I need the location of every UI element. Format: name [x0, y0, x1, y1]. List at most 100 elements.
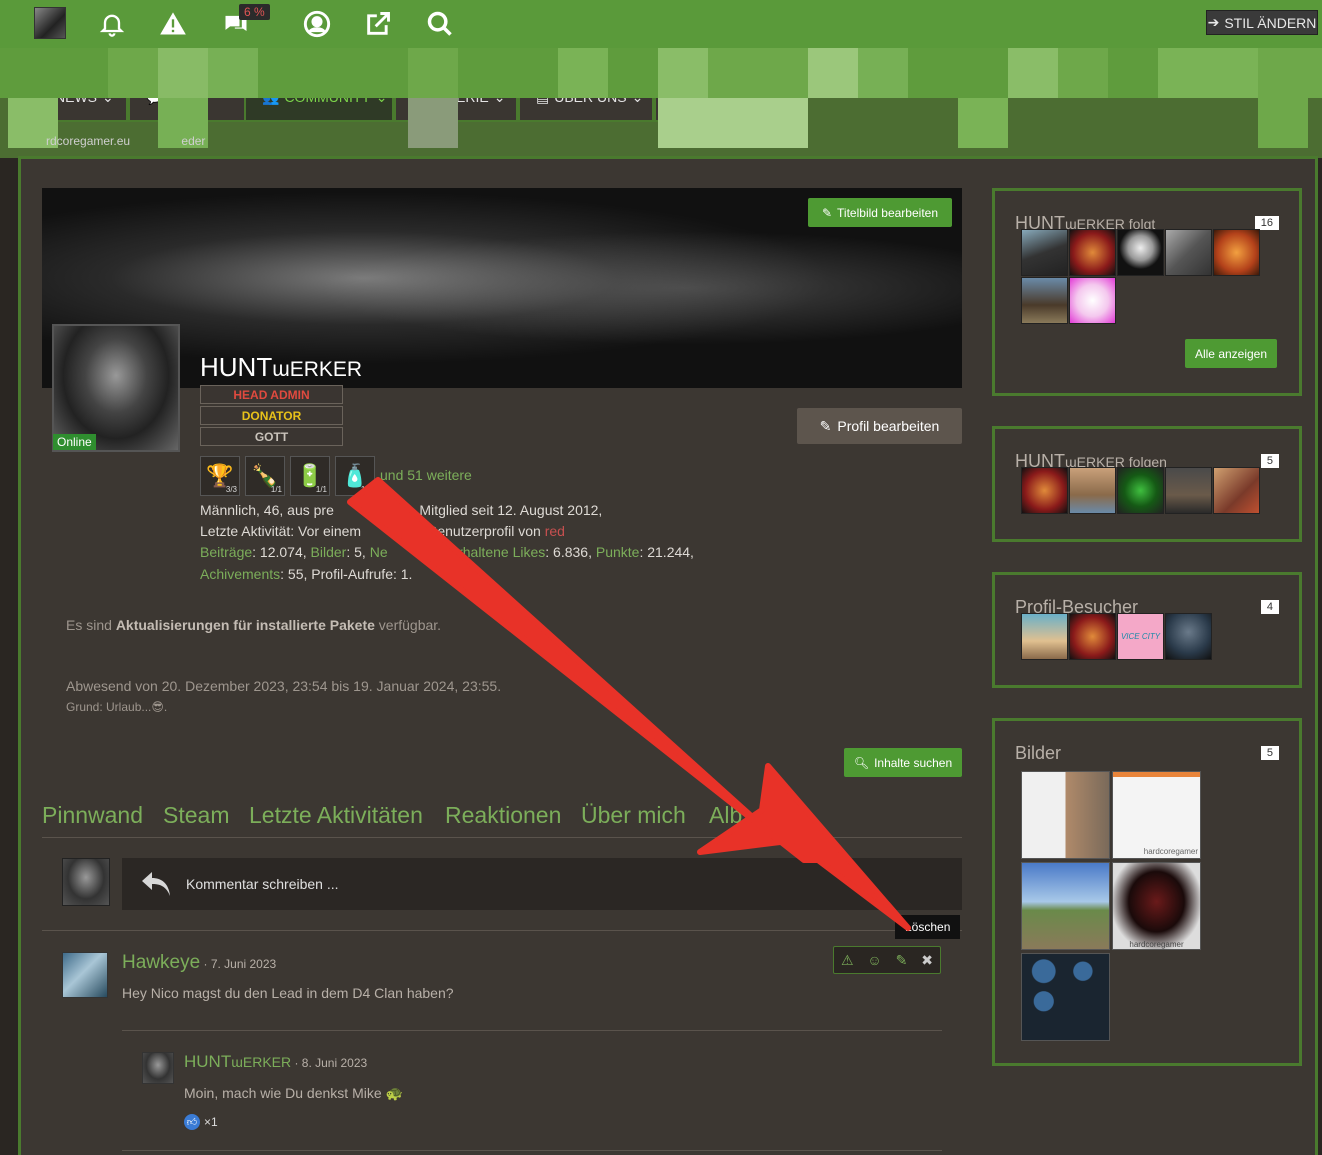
trophy-icon[interactable]: 🔋 1/1 [290, 456, 330, 496]
divider [122, 1150, 942, 1151]
follower-avatar[interactable] [1213, 229, 1260, 276]
user-avatar[interactable] [34, 7, 66, 39]
trophy-icon[interactable]: 🧴 1/1 [335, 456, 375, 496]
pixel-block [708, 48, 808, 98]
visitor-avatar[interactable] [1021, 613, 1068, 660]
pixel-block [1058, 48, 1108, 98]
reply-text: Moin, mach wie Du denkst Mike 🐢 [184, 1085, 403, 1101]
style-change-button[interactable]: ➔ STIL ÄNDERN [1206, 10, 1318, 35]
search-icon: 🔍︎ [853, 755, 870, 770]
count-badge: 16 [1254, 216, 1279, 230]
following-avatar[interactable] [1165, 467, 1212, 514]
post-header: Hawkeye · 7. Juni 2023 [122, 952, 277, 973]
pixel-block [808, 48, 858, 98]
tab-reactions[interactable]: Reaktionen [445, 802, 561, 829]
show-all-button[interactable]: Alle anzeigen [1185, 339, 1277, 368]
pixel-block [608, 48, 658, 98]
breadcrumb-home[interactable]: rdcoregamer.eu [46, 134, 130, 148]
visitor-avatar[interactable] [1069, 613, 1116, 660]
edit-cover-button[interactable]: ✎ Titelbild bearbeiten [808, 198, 952, 227]
account-icon[interactable] [297, 4, 337, 44]
search-icon[interactable] [420, 4, 460, 44]
picture-thumbnail[interactable] [1021, 953, 1110, 1041]
report-icon[interactable]: ⚠ [841, 952, 854, 969]
pictures-panel: Bilder 5 hardcoregamer hardcoregamer [992, 718, 1302, 1066]
like-counter[interactable]: 👍︎ ×1 [184, 1114, 218, 1130]
follower-avatar[interactable] [1165, 229, 1212, 276]
post-author-avatar[interactable] [62, 952, 108, 998]
pixel-block [408, 98, 458, 148]
pixel-block [258, 48, 408, 98]
pixel-block [858, 48, 908, 98]
edit-profile-button[interactable]: ✎ Profil bearbeiten [797, 408, 962, 444]
divider [122, 1030, 942, 1031]
pixel-block [558, 48, 608, 98]
pixel-block [658, 48, 708, 98]
trophy-icon[interactable]: 🏆 3/3 [200, 456, 240, 496]
pencil-icon: ✎ [821, 205, 833, 220]
divider [42, 930, 962, 931]
trophy-icon[interactable]: 🍾 1/1 [245, 456, 285, 496]
follower-avatar[interactable] [1021, 277, 1068, 324]
picture-thumbnail[interactable]: hardcoregamer [1112, 862, 1201, 950]
visitor-avatar[interactable]: VICE CITY [1117, 613, 1164, 660]
profile-stats-line-2: Achivements: 55, Profil-Aufrufe: 1. [200, 566, 413, 582]
following-avatar[interactable] [1213, 467, 1260, 514]
following-avatar[interactable] [1069, 467, 1116, 514]
pixel-block [908, 48, 1008, 98]
tab-pinnwand[interactable]: Pinnwand [42, 802, 143, 829]
profile-username: HUNTɯERKER [200, 352, 363, 382]
following-avatar[interactable] [1021, 467, 1068, 514]
picture-thumbnail[interactable] [1021, 771, 1110, 859]
online-status-badge: Online [53, 434, 96, 450]
breadcrumb: rdcoregamer.eu eder [46, 134, 205, 148]
visitors-panel: Profil-Besucher 4 VICE CITY [992, 572, 1302, 688]
pixel-block [658, 98, 808, 148]
emoji-icon: 🐢 [385, 1085, 403, 1101]
smile-icon[interactable]: ☺ [867, 952, 881, 968]
follower-avatar[interactable] [1069, 229, 1116, 276]
delete-tooltip: Löschen [895, 915, 961, 939]
profile-info-line-2: Letzte Aktivität: Vor einem ment, Benutze… [200, 523, 565, 539]
tab-activities[interactable]: Letzte Aktivitäten [249, 802, 423, 829]
top-bar: 6 % ➔ STIL ÄNDERN [0, 0, 1322, 48]
external-link-icon[interactable] [358, 4, 398, 44]
reply-author-avatar[interactable] [142, 1052, 174, 1084]
pixel-block [958, 98, 1008, 148]
more-trophies-link[interactable]: und 51 weitere [380, 467, 472, 483]
follower-avatar[interactable] [1069, 277, 1116, 324]
pixel-block [1108, 48, 1158, 98]
profile-info-line-1: Männlich, 46, aus pre n, Mitglied seit 12… [200, 502, 603, 518]
pixel-block [0, 48, 108, 98]
follower-avatar[interactable] [1021, 229, 1068, 276]
notification-badge: 6 % [239, 4, 270, 20]
bell-icon[interactable] [92, 4, 132, 44]
panel-title: Bilder [1015, 743, 1062, 763]
count-badge: 5 [1260, 746, 1279, 760]
absence-reason: Grund: Urlaub...😎. [66, 700, 168, 714]
picture-thumbnail[interactable] [1021, 862, 1110, 950]
pixel-block [458, 48, 558, 98]
breadcrumb-members[interactable]: eder [181, 134, 205, 148]
picture-thumbnail[interactable]: hardcoregamer [1112, 771, 1201, 859]
tab-albums[interactable]: Alb [709, 802, 742, 829]
pencil-icon[interactable]: ✎ [896, 952, 908, 969]
pixel-block [1258, 48, 1322, 98]
close-icon[interactable]: ✖ [921, 952, 933, 969]
pixel-block [108, 48, 158, 98]
tab-steam[interactable]: Steam [163, 802, 229, 829]
update-notice: Es sind Aktualisierungen für installiert… [66, 617, 442, 633]
comment-input[interactable]: Kommentar schreiben ... [122, 858, 962, 910]
tab-about-me[interactable]: Über mich [581, 802, 686, 829]
pencil-icon: ✎ [819, 417, 832, 434]
follower-avatar[interactable] [1117, 229, 1164, 276]
current-user-avatar [62, 858, 110, 906]
visitor-avatar[interactable] [1165, 613, 1212, 660]
profile-avatar[interactable] [52, 324, 180, 452]
pixel-block [208, 48, 258, 98]
pixel-block [158, 48, 208, 98]
search-content-button[interactable]: 🔍︎ Inhalte suchen [844, 748, 962, 777]
following-avatar[interactable] [1117, 467, 1164, 514]
pixel-block [1008, 48, 1058, 98]
warning-icon[interactable] [153, 4, 193, 44]
